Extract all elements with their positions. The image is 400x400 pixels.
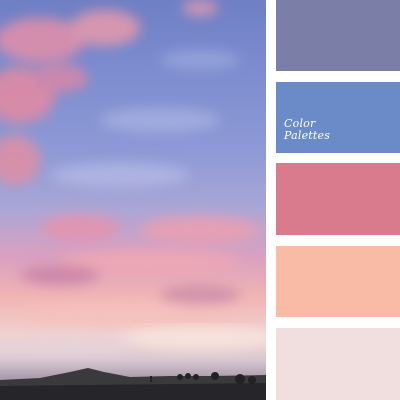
swatch-pale-pink [276, 328, 400, 400]
palette-card: Color Palettes [0, 0, 400, 400]
color-palettes-logo: Color Palettes [284, 118, 330, 142]
logo-line-palettes: Palettes [284, 129, 331, 142]
swatch-peach [276, 246, 400, 317]
swatch-rose [276, 163, 400, 235]
swatch-slate-purple [276, 0, 400, 71]
sky-illustration [0, 0, 266, 400]
sunset-sky-photo [0, 0, 266, 400]
